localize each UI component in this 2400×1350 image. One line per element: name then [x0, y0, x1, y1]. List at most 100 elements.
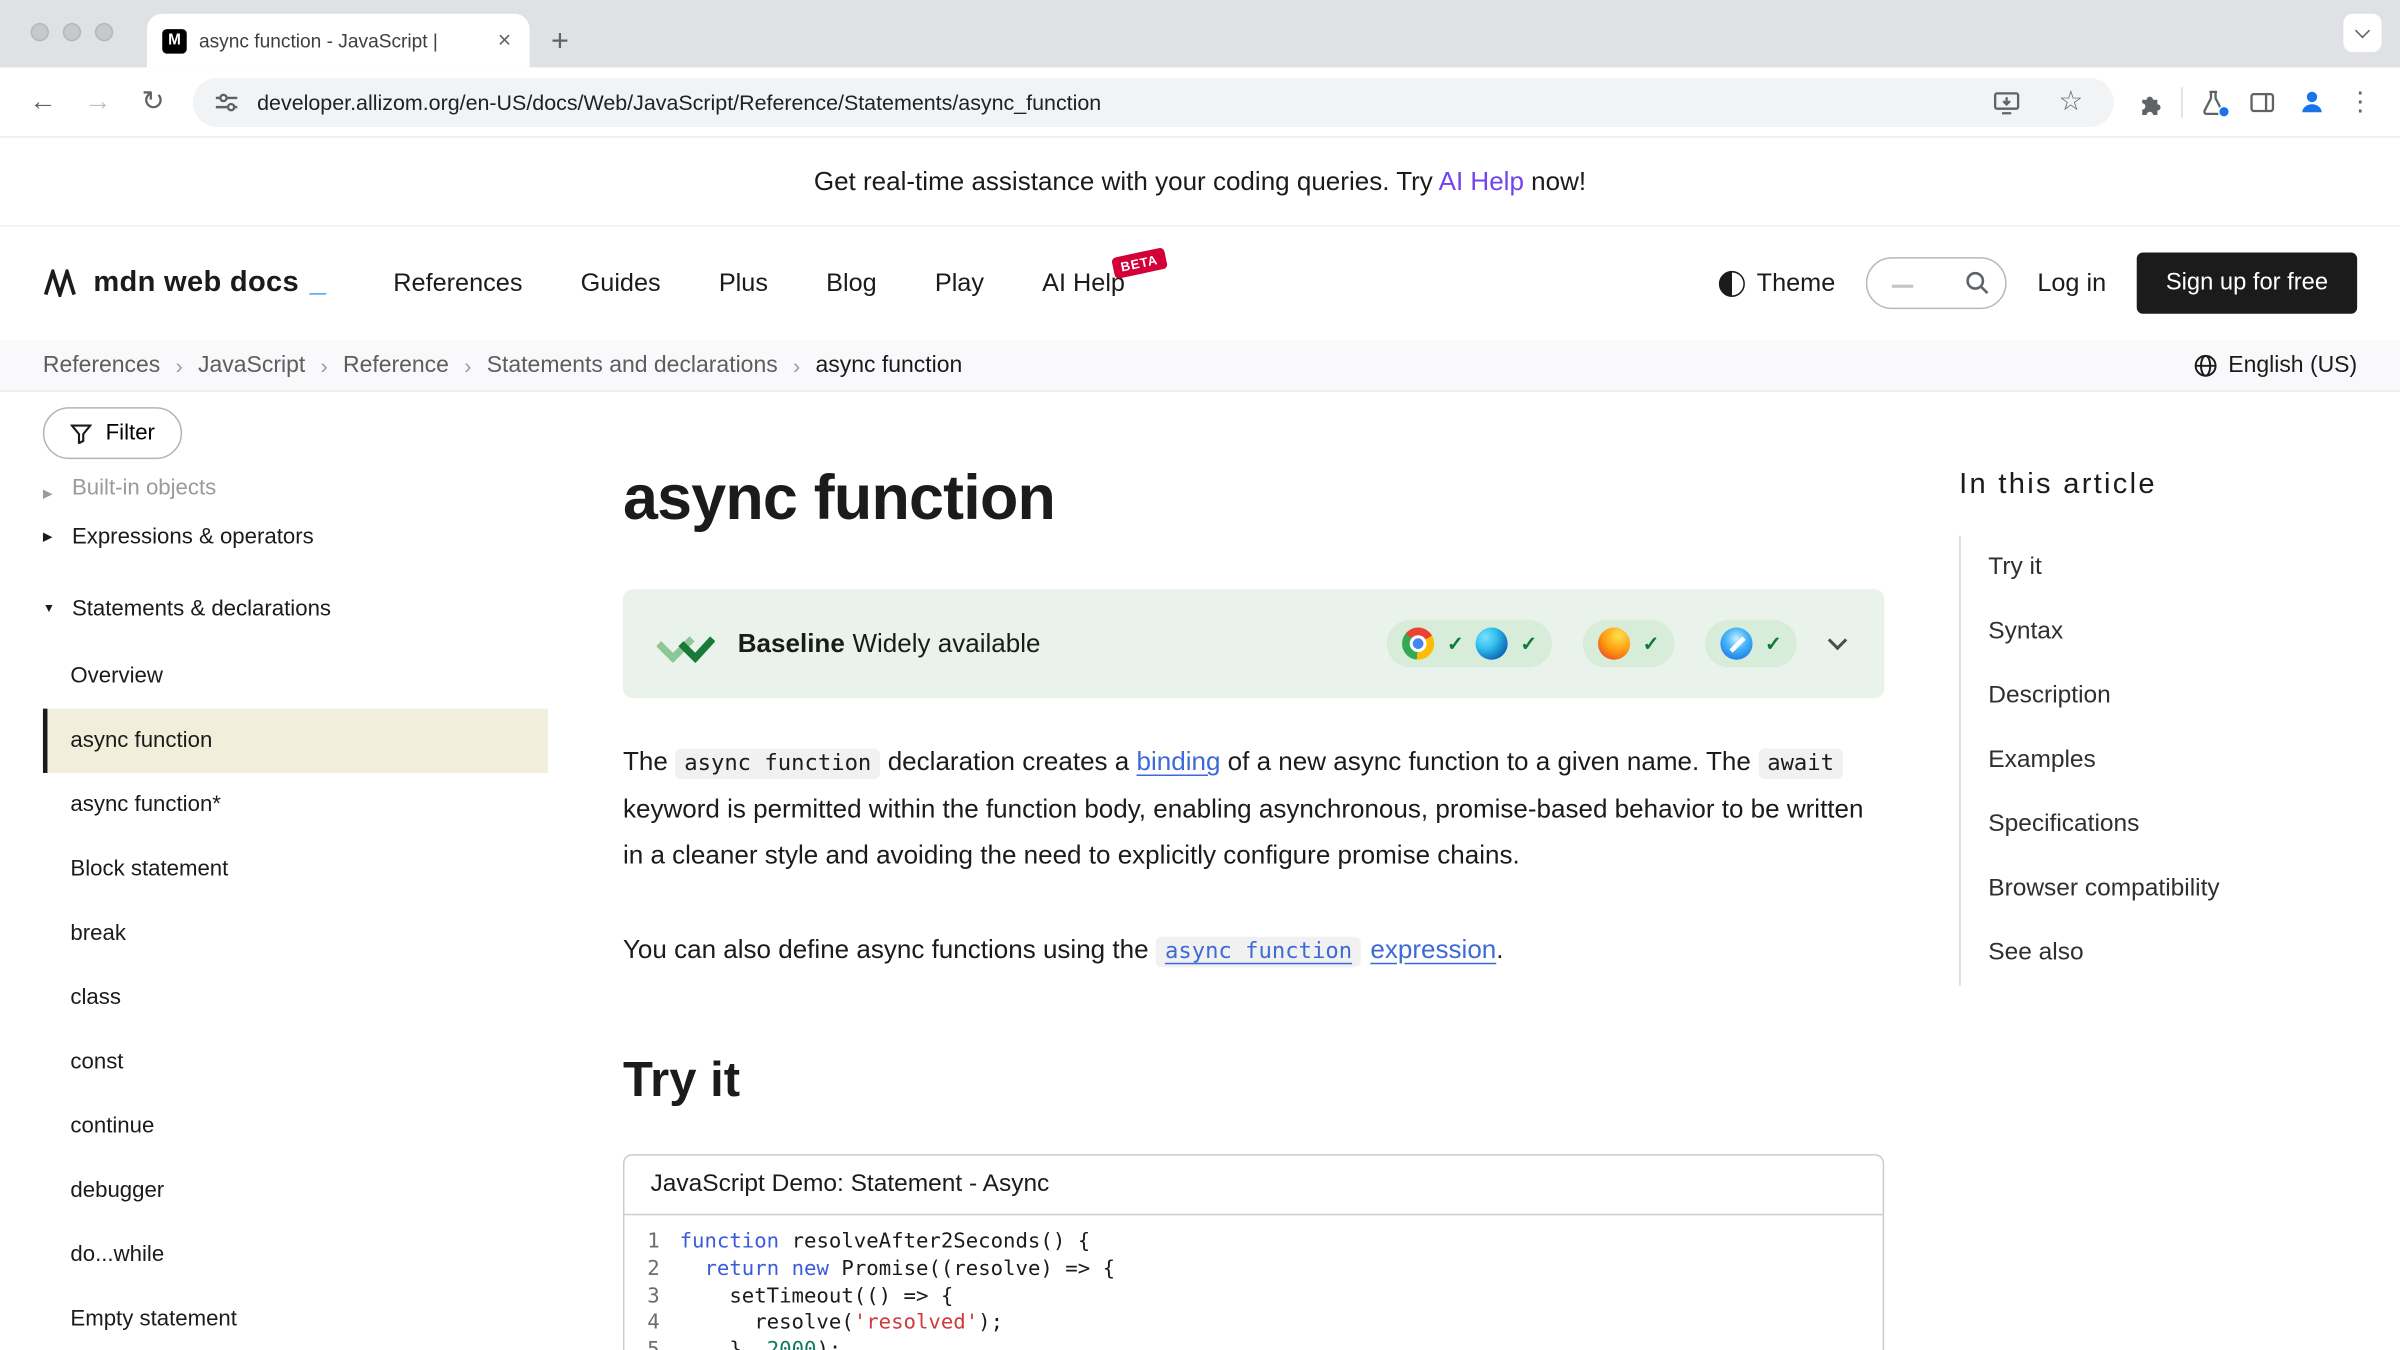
sidebar-item-break[interactable]: break — [43, 902, 548, 966]
url-bar[interactable]: developer.allizom.org/en-US/docs/Web/Jav… — [193, 77, 2114, 126]
install-app-icon[interactable] — [1982, 77, 2031, 126]
expression-link[interactable]: expression — [1370, 935, 1496, 964]
toc-link-description[interactable]: Description — [1988, 683, 2110, 711]
browser-tab[interactable]: M async function - JavaScript | × — [147, 14, 530, 68]
tab-close-icon[interactable]: × — [495, 28, 515, 54]
inline-code-async-function: async function — [675, 748, 880, 779]
line-number: 4 — [624, 1311, 679, 1338]
sidebar-item-expressions-operators[interactable]: ▶Expressions & operators — [43, 501, 548, 573]
binding-link[interactable]: binding — [1137, 747, 1221, 776]
sidebar-item-async-function[interactable]: async function — [43, 709, 548, 773]
sidebar-item-label: Expressions & operators — [72, 524, 314, 548]
toc-link-syntax[interactable]: Syntax — [1988, 618, 2063, 646]
sidebar-item-empty-statement[interactable]: Empty statement — [43, 1287, 548, 1350]
sidebar-item-class[interactable]: class — [43, 966, 548, 1030]
code-editor[interactable]: 1 function resolveAfter2Seconds() { 2 re… — [624, 1215, 1882, 1350]
nav-references[interactable]: References — [393, 269, 522, 298]
code-text: return new Promise((resolve) => { — [680, 1256, 1115, 1283]
window-close-button[interactable] — [31, 23, 49, 41]
forward-button[interactable]: → — [70, 74, 125, 129]
sidebar-item-label: break — [70, 921, 126, 945]
toc-item: Description — [1961, 664, 2357, 728]
code-token — [779, 1256, 791, 1280]
crumb-current-page[interactable]: async function — [815, 352, 962, 378]
async-function-expression-code-link[interactable]: async function — [1156, 935, 1361, 964]
experiments-flask-icon[interactable] — [2189, 77, 2238, 126]
crumb-javascript[interactable]: JavaScript — [198, 352, 305, 378]
window-zoom-button[interactable] — [95, 23, 113, 41]
toc-link-see-also[interactable]: See also — [1988, 940, 2083, 968]
code-token: ); — [816, 1338, 841, 1350]
sidebar-item-label: debugger — [70, 1179, 164, 1203]
logo-cursor: _ — [310, 266, 326, 300]
sidebar-item-overview[interactable]: Overview — [43, 644, 548, 708]
back-button[interactable]: ← — [15, 74, 70, 129]
crumb-references[interactable]: References — [43, 352, 160, 378]
breadcrumb: References › JavaScript › Reference › St… — [0, 340, 2400, 392]
nav-blog[interactable]: Blog — [826, 269, 877, 298]
filter-funnel-icon — [70, 423, 91, 443]
ai-help-link[interactable]: AI Help — [1439, 167, 1524, 196]
nav-plus[interactable]: Plus — [719, 269, 768, 298]
sidebar-item-do-while[interactable]: do...while — [43, 1223, 548, 1287]
toc-link-specifications[interactable]: Specifications — [1988, 811, 2139, 839]
extensions-icon[interactable] — [2126, 77, 2175, 126]
sidebar-item-const[interactable]: const — [43, 1030, 548, 1094]
crumb-separator-icon: › — [464, 353, 471, 377]
crumb-separator-icon: › — [321, 353, 328, 377]
line-number: 2 — [624, 1256, 679, 1283]
main-nav: References Guides Plus Blog Play AI Help… — [393, 269, 1125, 298]
sidebar-item-built-in-objects[interactable]: ▶Built-in objects — [43, 471, 548, 500]
sidebar-item-continue[interactable]: continue — [43, 1094, 548, 1158]
toc-link-examples[interactable]: Examples — [1988, 747, 2096, 775]
new-tab-button[interactable]: + — [551, 26, 569, 57]
search-input[interactable] — [1866, 257, 2007, 309]
window-minimize-button[interactable] — [63, 23, 81, 41]
code-line: 4 resolve('resolved'); — [624, 1311, 1882, 1338]
theme-toggle[interactable]: Theme — [1718, 269, 1835, 298]
page-layout: Filter ▶Built-in objects ▶Expressions & … — [0, 392, 2400, 1350]
code-token: }, — [680, 1338, 767, 1350]
table-of-contents: In this article Try it Syntax Descriptio… — [1959, 392, 2357, 986]
theme-icon — [1718, 270, 1744, 296]
toc-link-browser-compatibility[interactable]: Browser compatibility — [1988, 876, 2219, 904]
expression-paragraph: You can also define async functions usin… — [623, 928, 1884, 975]
toc-link-try-it[interactable]: Try it — [1988, 554, 2041, 582]
search-icon — [1964, 269, 1992, 297]
signup-button[interactable]: Sign up for free — [2137, 253, 2357, 314]
article-content: async function BaselineWidely available … — [623, 392, 1884, 1350]
language-switcher[interactable]: English (US) — [2193, 352, 2357, 378]
crumb-statements[interactable]: Statements and declarations — [487, 352, 778, 378]
toc-item: See also — [1961, 921, 2357, 985]
login-link[interactable]: Log in — [2037, 269, 2106, 298]
baseline-expand-chevron-icon[interactable] — [1828, 631, 1847, 650]
filter-button[interactable]: Filter — [43, 407, 183, 459]
nav-guides[interactable]: Guides — [581, 269, 661, 298]
sidebar-item-debugger[interactable]: debugger — [43, 1159, 548, 1223]
url-text[interactable]: developer.allizom.org/en-US/docs/Web/Jav… — [257, 90, 1967, 114]
firefox-support-pill: ✓ — [1583, 620, 1675, 667]
code-text: }, 2000); — [680, 1338, 842, 1350]
browser-menu-icon[interactable]: ⋮ — [2336, 77, 2385, 126]
safari-icon — [1721, 628, 1753, 660]
sidebar-item-label: Empty statement — [70, 1307, 237, 1331]
chevron-down-icon — [2355, 23, 2370, 38]
nav-play[interactable]: Play — [935, 269, 984, 298]
reload-button[interactable]: ↻ — [126, 74, 181, 129]
intro-paragraph: The async function declaration creates a… — [623, 739, 1884, 878]
sidebar-item-statements-declarations[interactable]: ▼Statements & declarations — [43, 572, 548, 644]
tab-search-button[interactable] — [2343, 14, 2381, 52]
side-panel-icon[interactable] — [2238, 77, 2287, 126]
toc-item: Specifications — [1961, 793, 2357, 857]
sidebar-item-async-function-star[interactable]: async function* — [43, 773, 548, 837]
mdn-logo[interactable]: mdn web docs_ — [43, 266, 326, 300]
profile-avatar-icon[interactable] — [2287, 77, 2336, 126]
crumb-reference[interactable]: Reference — [343, 352, 449, 378]
site-settings-icon[interactable] — [211, 77, 242, 126]
sidebar-item-block-statement[interactable]: Block statement — [43, 837, 548, 901]
promo-text-after: now! — [1524, 167, 1586, 196]
nav-ai-help[interactable]: AI HelpBETA — [1042, 269, 1125, 298]
code-line: 1 function resolveAfter2Seconds() { — [624, 1229, 1882, 1256]
sidebar-item-label: const — [70, 1050, 123, 1074]
bookmark-star-icon[interactable]: ☆ — [2046, 77, 2095, 126]
